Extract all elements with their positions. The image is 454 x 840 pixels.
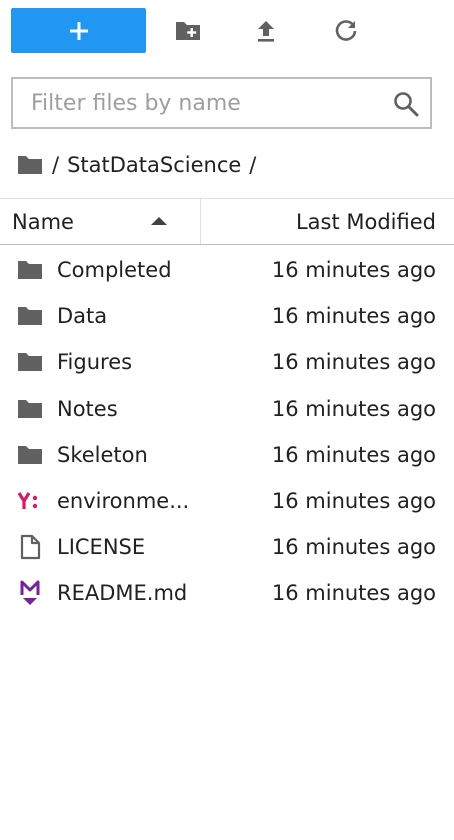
file-name: Skeleton	[57, 442, 148, 467]
file-modified: 16 minutes ago	[271, 258, 436, 283]
list-item[interactable]: Skeleton 16 minutes ago	[0, 432, 454, 478]
list-item[interactable]: Figures 16 minutes ago	[0, 339, 454, 385]
breadcrumb: / StatDataScience /	[16, 148, 264, 182]
file-modified: 16 minutes ago	[271, 396, 436, 421]
refresh-button[interactable]	[331, 16, 361, 46]
file-name: README.md	[57, 581, 188, 606]
upload-button[interactable]	[251, 16, 281, 46]
file-name: Data	[57, 304, 108, 329]
filter-input[interactable]	[13, 81, 381, 125]
markdown-icon	[16, 579, 44, 607]
home-folder-icon[interactable]	[16, 153, 44, 177]
file-name: LICENSE	[57, 535, 146, 560]
file-modified: 16 minutes ago	[271, 581, 436, 606]
file-icon	[16, 533, 44, 561]
file-name: Notes	[57, 396, 118, 421]
new-launcher-button[interactable]	[11, 8, 146, 53]
last-modified-column-header[interactable]: Last Modified	[201, 199, 454, 244]
breadcrumb-separator: /	[52, 153, 60, 177]
file-listing: Completed 16 minutes ago Data 16 minutes…	[0, 247, 454, 617]
list-item[interactable]: Notes 16 minutes ago	[0, 386, 454, 432]
yaml-icon	[16, 487, 44, 515]
file-modified: 16 minutes ago	[271, 489, 436, 514]
folder-icon	[16, 395, 44, 423]
search-icon[interactable]	[392, 90, 420, 118]
file-browser-toolbar	[0, 0, 454, 60]
upload-icon	[254, 18, 278, 44]
file-modified: 16 minutes ago	[271, 350, 436, 375]
file-modified: 16 minutes ago	[271, 442, 436, 467]
folder-icon	[16, 302, 44, 330]
list-item[interactable]: LICENSE 16 minutes ago	[0, 524, 454, 570]
name-column-label: Name	[12, 209, 74, 234]
new-folder-icon	[174, 19, 202, 43]
list-item[interactable]: README.md 16 minutes ago	[0, 570, 454, 616]
breadcrumb-separator: /	[249, 153, 257, 177]
new-folder-button[interactable]	[173, 16, 203, 46]
folder-icon	[16, 256, 44, 284]
folder-icon	[16, 348, 44, 376]
list-item[interactable]: Completed 16 minutes ago	[0, 247, 454, 293]
plus-icon	[69, 21, 89, 41]
breadcrumb-folder-link[interactable]: StatDataScience	[67, 153, 241, 177]
file-modified: 16 minutes ago	[271, 535, 436, 560]
sort-ascending-icon	[151, 217, 167, 225]
folder-icon	[16, 441, 44, 469]
list-item[interactable]: Data 16 minutes ago	[0, 293, 454, 339]
file-modified: 16 minutes ago	[271, 304, 436, 329]
last-modified-column-label: Last Modified	[295, 209, 436, 234]
file-name: environme...	[57, 489, 190, 514]
list-item[interactable]: environme... 16 minutes ago	[0, 478, 454, 524]
filter-box	[11, 77, 432, 129]
file-name: Completed	[57, 258, 172, 283]
name-column-header[interactable]: Name	[0, 199, 201, 244]
refresh-icon	[333, 18, 359, 44]
listing-header: Name Last Modified	[0, 198, 454, 245]
file-name: Figures	[57, 350, 133, 375]
